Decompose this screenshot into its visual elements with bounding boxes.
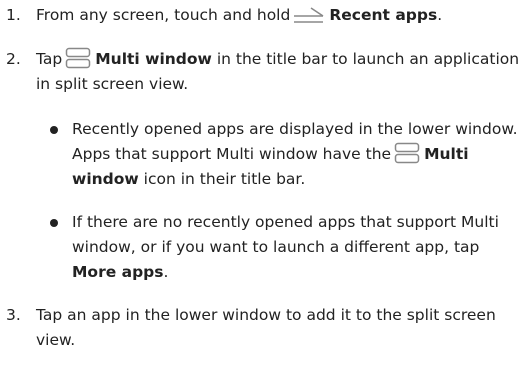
bullet-dot — [50, 126, 58, 134]
multi-window-icon — [65, 47, 91, 69]
recent-apps-icon — [293, 5, 325, 25]
bullet-text: Recently opened apps are displayed in th… — [72, 120, 518, 188]
step-number: 3. — [6, 306, 21, 324]
step-number: 2. — [6, 50, 21, 68]
step-text: From any screen, touch and hold Recent ap… — [36, 5, 443, 25]
step-2: 2. Tap Multi window in the title bar to l… — [6, 47, 520, 97]
bullet-text: If there are no recently opened apps tha… — [72, 213, 499, 281]
step-1: 1. From any screen, touch and hold Recent… — [6, 3, 520, 28]
bullet-item: Recently opened apps are displayed in th… — [50, 117, 518, 192]
step-text: Tap an app in the lower window to add it… — [36, 306, 496, 349]
more-apps-label: More apps — [72, 263, 164, 281]
bullet-item: If there are no recently opened apps tha… — [50, 210, 518, 285]
multi-window-icon — [394, 142, 420, 164]
step-text: Tap Multi window in the title bar to laun… — [36, 47, 520, 97]
step-3: 3. Tap an app in the lower window to add… — [6, 303, 520, 353]
recent-apps-label: Recent apps — [329, 6, 438, 24]
step-number: 1. — [6, 6, 21, 24]
multi-window-label: Multi window — [95, 50, 212, 68]
bullet-dot — [50, 219, 58, 227]
